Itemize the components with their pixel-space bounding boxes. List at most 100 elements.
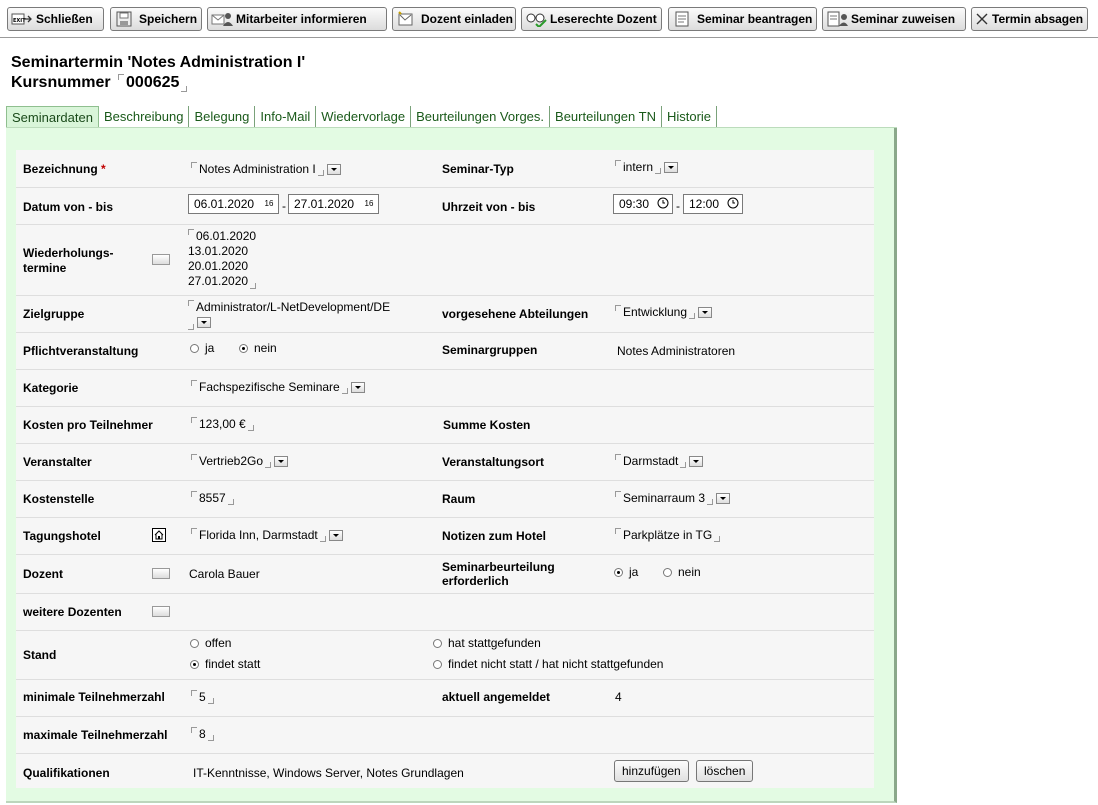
hotel-field[interactable]: Florida Inn, Darmstadt xyxy=(188,528,343,542)
tab-info-mail[interactable]: Info-Mail xyxy=(255,106,317,127)
exit-icon: EXIT xyxy=(11,11,33,27)
pflicht-yes-option[interactable]: ja xyxy=(190,341,214,355)
angemeldet-value: 4 xyxy=(615,690,622,704)
notizen-field[interactable]: Parkplätze in TG xyxy=(612,528,722,542)
course-number-value: 000625 xyxy=(126,74,180,91)
chevron-down-icon[interactable] xyxy=(197,317,211,329)
chevron-down-icon[interactable] xyxy=(698,307,713,319)
tab-belegung[interactable]: Belegung xyxy=(189,106,256,127)
row-min-teilnehmer: minimale Teilnehmerzahl 5 aktuell angeme… xyxy=(16,679,874,717)
chevron-down-icon[interactable] xyxy=(328,530,343,542)
tab-divider xyxy=(6,127,897,128)
dozent-label: Dozent xyxy=(23,567,63,581)
kategorie-field[interactable]: Fachspezifische Seminare xyxy=(188,380,365,394)
date-separator: - xyxy=(282,199,286,213)
stand-findet-nicht-statt-option[interactable]: findet nicht statt / hat nicht stattgefu… xyxy=(433,657,663,671)
zielgruppe-field[interactable]: Administrator/L-NetDevelopment/DE xyxy=(188,300,390,330)
repeat-picker-button[interactable] xyxy=(152,254,170,265)
date-from-input[interactable]: 06.01.2020 16 xyxy=(188,194,279,214)
lecturer-picker-button[interactable] xyxy=(152,568,170,579)
ort-field[interactable]: Darmstadt xyxy=(612,454,704,468)
max-field[interactable]: 8 xyxy=(188,727,216,741)
add-qualification-button[interactable]: hinzufügen xyxy=(614,760,689,782)
chevron-down-icon[interactable] xyxy=(716,493,731,505)
invite-icon xyxy=(396,11,418,27)
calendar-icon[interactable]: 16 xyxy=(362,197,376,211)
row-hotel: Tagungshotel Florida Inn, Darmstadt Noti… xyxy=(16,517,874,555)
stand-offen-option[interactable]: offen xyxy=(190,636,231,650)
radio-nein xyxy=(663,568,672,578)
radio-ja xyxy=(614,568,623,578)
raum-label: Raum xyxy=(442,492,476,506)
kosten-field[interactable]: 123,00 € xyxy=(188,417,256,431)
chevron-down-icon[interactable] xyxy=(274,456,289,468)
kategorie-label: Kategorie xyxy=(23,381,79,395)
kostenstelle-field[interactable]: 8557 xyxy=(188,491,236,505)
chevron-down-icon[interactable] xyxy=(326,164,341,176)
kosten-label: Kosten pro Teilnehmer xyxy=(23,418,153,432)
tab-historie[interactable]: Historie xyxy=(661,106,718,127)
tab-beurteilungen-tn[interactable]: Beurteilungen TN xyxy=(550,106,662,127)
qualifikationen-label: Qualifikationen xyxy=(23,766,110,780)
invite-lecturer-button[interactable]: Dozent einladen xyxy=(392,7,516,31)
notizen-label: Notizen zum Hotel xyxy=(442,529,546,543)
max-label: maximale Teilnehmerzahl xyxy=(23,728,168,742)
seminartyp-field[interactable]: intern xyxy=(612,160,679,174)
bezeichnung-field[interactable]: Notes Administration I xyxy=(188,162,341,176)
row-veranstalter: Veranstalter Vertrieb2Go Veranstaltungso… xyxy=(16,443,874,481)
raum-field[interactable]: Seminarraum 3 xyxy=(612,491,731,505)
required-marker: * xyxy=(101,162,106,176)
stand-label: Stand xyxy=(23,648,57,662)
beurteilung-no-option[interactable]: nein xyxy=(663,565,701,579)
assign-seminar-button[interactable]: Seminar zuweisen xyxy=(822,7,966,31)
clock-icon[interactable] xyxy=(656,197,670,211)
radio-nein xyxy=(239,344,248,354)
abteilungen-field[interactable]: Entwicklung xyxy=(612,305,713,319)
hotel-lookup-icon[interactable] xyxy=(152,528,166,545)
request-seminar-button[interactable]: Seminar beantragen xyxy=(668,7,817,31)
cancel-appointment-button[interactable]: Termin absagen xyxy=(971,7,1088,31)
min-label: minimale Teilnehmerzahl xyxy=(23,690,165,704)
radio-findet-nicht-statt xyxy=(433,660,442,670)
wiederholung-label-line1: Wiederholungs- xyxy=(23,246,114,260)
clock-icon[interactable] xyxy=(726,197,740,211)
stand-findet-statt-option[interactable]: findet statt xyxy=(190,657,260,671)
stand-hat-stattgefunden-option[interactable]: hat stattgefunden xyxy=(433,636,541,650)
abteilungen-label: vorgesehene Abteilungen xyxy=(442,307,589,321)
lecturer-read-rights-button[interactable]: Leserechte Dozent xyxy=(521,7,662,31)
additional-lecturers-button[interactable] xyxy=(152,606,170,617)
toolbar: EXIT Schließen Speichern Mitarbeiter inf… xyxy=(0,0,1098,38)
tab-wiedervorlage[interactable]: Wiedervorlage xyxy=(316,106,412,127)
repeat-dates: 06.01.2020 13.01.2020 20.01.2020 27.01.2… xyxy=(188,229,257,289)
beurteilung-label-line1: Seminarbeurteilung xyxy=(442,560,555,574)
veranstalter-field[interactable]: Vertrieb2Go xyxy=(188,454,289,468)
radio-findet-statt xyxy=(190,660,199,670)
wiederholung-label-line2: termine xyxy=(23,261,67,275)
time-to-input[interactable]: 12:00 xyxy=(683,194,743,214)
ort-label: Veranstaltungsort xyxy=(442,455,545,469)
date-to-input[interactable]: 27.01.2020 16 xyxy=(288,194,379,214)
pflicht-no-option[interactable]: nein xyxy=(239,341,277,355)
page-title: Seminartermin 'Notes Administration I' xyxy=(11,54,306,71)
delete-qualification-button[interactable]: löschen xyxy=(696,760,754,782)
inform-employees-button[interactable]: Mitarbeiter informieren xyxy=(207,7,387,31)
calendar-icon[interactable]: 16 xyxy=(262,197,276,211)
row-zielgruppe: Zielgruppe Administrator/L-NetDevelopmen… xyxy=(16,295,874,333)
chevron-down-icon[interactable] xyxy=(664,162,679,174)
chevron-down-icon[interactable] xyxy=(689,456,704,468)
bezeichnung-label: Bezeichnung * xyxy=(23,162,106,176)
tab-beurteilungen-vorges[interactable]: Beurteilungen Vorges. xyxy=(411,106,551,127)
row-dozent: Dozent Carola Bauer Seminarbeurteilung e… xyxy=(16,554,874,594)
chevron-down-icon[interactable] xyxy=(350,382,365,394)
time-from-input[interactable]: 09:30 xyxy=(613,194,673,214)
qualifikationen-value: IT-Kenntnisse, Windows Server, Notes Gru… xyxy=(193,766,464,780)
cross-icon xyxy=(975,11,989,27)
tab-beschreibung[interactable]: Beschreibung xyxy=(98,106,190,127)
beurteilung-yes-option[interactable]: ja xyxy=(614,565,638,579)
radio-hat-stattgefunden xyxy=(433,639,442,649)
save-button[interactable]: Speichern xyxy=(110,7,202,31)
datum-label: Datum von - bis xyxy=(23,200,114,214)
close-button[interactable]: EXIT Schließen xyxy=(7,7,104,31)
min-field[interactable]: 5 xyxy=(188,690,216,704)
tab-seminardaten[interactable]: Seminardaten xyxy=(6,106,99,128)
